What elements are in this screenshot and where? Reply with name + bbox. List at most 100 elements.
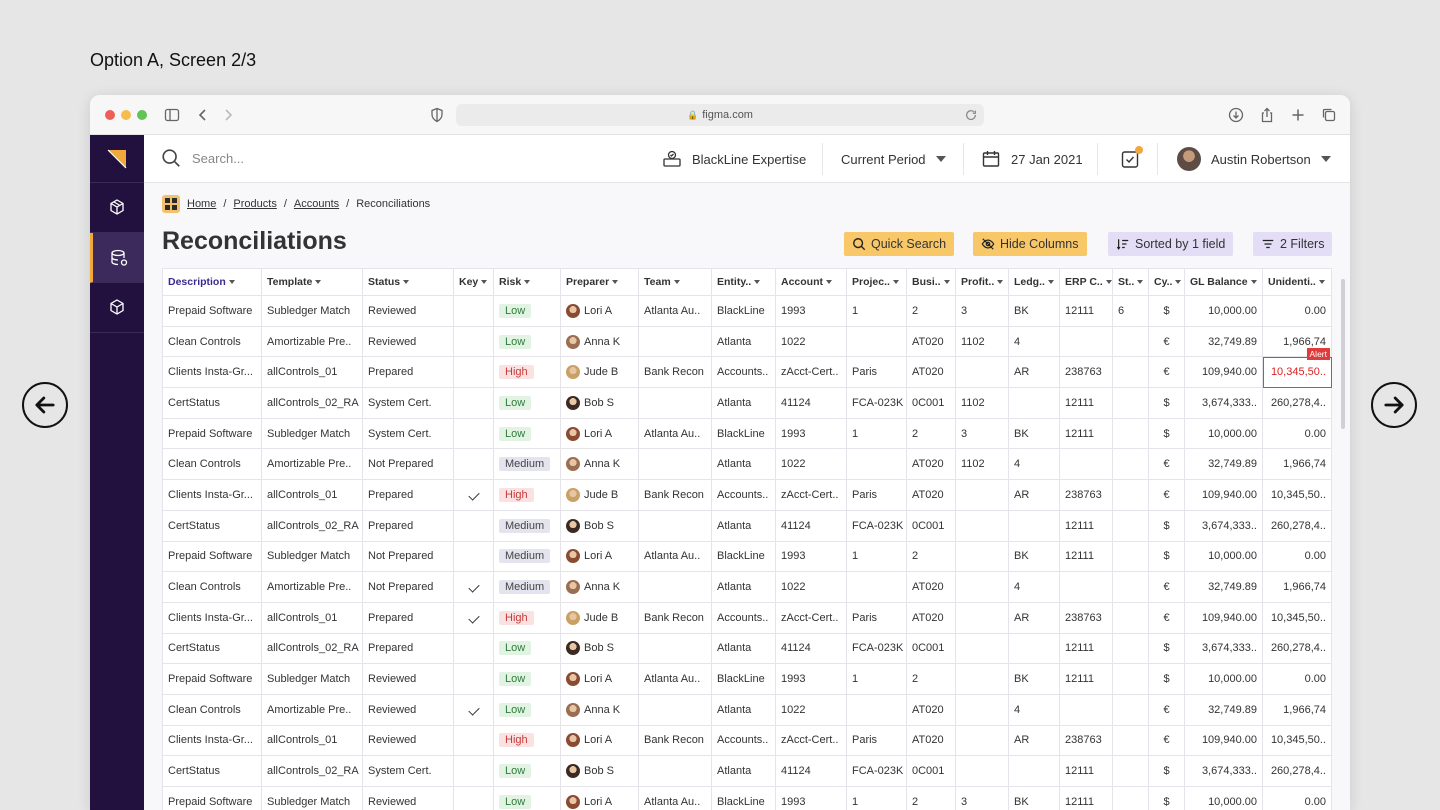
table-row[interactable]: Clean Controls Amortizable Pre.. Reviewed L…	[162, 325, 1332, 358]
column-header[interactable]: Template	[261, 268, 363, 296]
sort-caret-icon[interactable]	[403, 280, 410, 285]
back-icon[interactable]	[194, 106, 212, 124]
preparer-cell[interactable]: Anna K	[560, 693, 639, 726]
sort-button[interactable]: Sorted by 1 field	[1108, 232, 1234, 256]
sort-caret-icon[interactable]	[481, 280, 488, 285]
preparer-cell[interactable]: Jude B	[560, 356, 639, 389]
column-header[interactable]: St..	[1112, 268, 1149, 296]
privacy-shield-icon[interactable]	[428, 106, 446, 124]
preparer-cell[interactable]: Bob S	[560, 509, 639, 542]
share-icon[interactable]	[1258, 106, 1276, 124]
preparer-cell[interactable]: Anna K	[560, 325, 639, 358]
sort-caret-icon[interactable]	[997, 280, 1004, 285]
sort-caret-icon[interactable]	[1175, 280, 1182, 285]
table-row[interactable]: Prepaid Software Subledger Match Not Prepa…	[162, 540, 1332, 573]
column-header[interactable]: Profit..	[955, 268, 1009, 296]
sort-caret-icon[interactable]	[1318, 280, 1325, 285]
table-scrollbar[interactable]	[1341, 279, 1345, 429]
sort-caret-icon[interactable]	[1047, 280, 1054, 285]
previous-screen-arrow-icon[interactable]	[22, 382, 68, 428]
breadcrumb-home[interactable]: Home	[187, 198, 216, 210]
table-row[interactable]: CertStatus allControls_02_RA Prepared Mediu…	[162, 509, 1332, 542]
minimize-window-button[interactable]	[121, 110, 131, 120]
column-header[interactable]: Unidenti..	[1262, 268, 1332, 296]
quick-search-button[interactable]: Quick Search	[844, 232, 955, 256]
breadcrumb-products[interactable]: Products	[233, 198, 276, 210]
preparer-cell[interactable]: Jude B	[560, 479, 639, 511]
column-header[interactable]: ERP C..	[1059, 268, 1113, 296]
preparer-cell[interactable]: Anna K	[560, 571, 639, 603]
table-row[interactable]: Clients Insta-Gr... allControls_01 Prepare…	[162, 601, 1332, 634]
download-icon[interactable]	[1227, 106, 1245, 124]
column-header[interactable]: Team	[638, 268, 712, 296]
sort-caret-icon[interactable]	[1137, 280, 1144, 285]
preparer-cell[interactable]: Lori A	[560, 295, 639, 327]
table-row[interactable]: Prepaid Software Subledger Match Reviewed L…	[162, 295, 1332, 327]
table-row[interactable]: Clean Controls Amortizable Pre.. Not Prepa…	[162, 571, 1332, 603]
table-row[interactable]: Prepaid Software Subledger Match Reviewed L…	[162, 663, 1332, 695]
sort-caret-icon[interactable]	[826, 280, 832, 285]
table-row[interactable]: Clean Controls Amortizable Pre.. Not Prepa…	[162, 448, 1332, 481]
preparer-cell[interactable]: Lori A	[560, 417, 639, 450]
preparer-cell[interactable]: Anna K	[560, 448, 639, 481]
global-search[interactable]: Search...	[160, 147, 244, 169]
period-dropdown[interactable]: Current Period	[841, 135, 946, 183]
preparer-cell[interactable]: Bob S	[560, 755, 639, 787]
sidebar-item-modules-icon[interactable]	[90, 283, 144, 333]
sort-caret-icon[interactable]	[943, 280, 950, 285]
column-header[interactable]: Risk	[493, 268, 561, 296]
preparer-cell[interactable]: Lori A	[560, 540, 639, 573]
close-window-button[interactable]	[105, 110, 115, 120]
forward-icon[interactable]	[219, 106, 237, 124]
preparer-cell[interactable]: Jude B	[560, 601, 639, 634]
column-header[interactable]: Status	[362, 268, 454, 296]
next-screen-arrow-icon[interactable]	[1371, 382, 1417, 428]
sort-caret-icon[interactable]	[612, 280, 619, 285]
column-header[interactable]: Projec..	[846, 268, 907, 296]
sort-caret-icon[interactable]	[524, 280, 531, 285]
preparer-cell[interactable]: Lori A	[560, 724, 639, 757]
sort-caret-icon[interactable]	[1250, 280, 1257, 285]
table-row[interactable]: Prepaid Software Subledger Match Reviewed L…	[162, 786, 1332, 810]
table-row[interactable]: CertStatus allControls_02_RA System Cert. L…	[162, 755, 1332, 787]
blackline-expertise-button[interactable]: BlackLine Expertise	[662, 135, 806, 183]
column-header[interactable]: GL Balance	[1184, 268, 1263, 296]
column-header[interactable]: Description	[162, 268, 262, 296]
table-row[interactable]: Clients Insta-Gr... allControls_01 Reviewe…	[162, 724, 1332, 757]
table-row[interactable]: Clients Insta-Gr... allControls_01 Prepare…	[162, 348, 1332, 389]
column-header[interactable]: Preparer	[560, 268, 639, 296]
sidebar-item-products-icon[interactable]	[90, 183, 144, 233]
preparer-cell[interactable]: Lori A	[560, 786, 639, 810]
sort-caret-icon[interactable]	[315, 280, 322, 285]
table-row[interactable]: Clients Insta-Gr... allControls_01 Prepare…	[162, 479, 1332, 511]
new-tab-icon[interactable]	[1289, 106, 1307, 124]
zoom-window-button[interactable]	[137, 110, 147, 120]
table-row[interactable]: Prepaid Software Subledger Match System Ce…	[162, 417, 1332, 450]
sidebar-item-reconciliations-icon[interactable]	[90, 233, 144, 283]
preparer-cell[interactable]: Lori A	[560, 663, 639, 695]
preparer-cell[interactable]: Bob S	[560, 632, 639, 665]
column-header[interactable]: Ledg..	[1008, 268, 1060, 296]
search-input[interactable]: Search...	[192, 151, 244, 166]
address-bar[interactable]: 🔒 figma.com	[456, 104, 984, 126]
date-picker[interactable]: 27 Jan 2021	[981, 135, 1083, 183]
tab-overview-icon[interactable]	[1320, 106, 1338, 124]
column-header[interactable]: Key	[453, 268, 494, 296]
sort-caret-icon[interactable]	[1105, 280, 1112, 285]
blackline-logo-icon[interactable]	[90, 135, 144, 183]
column-header[interactable]: Busi..	[906, 268, 956, 296]
sort-caret-icon[interactable]	[673, 280, 680, 285]
column-header[interactable]: Account	[775, 268, 847, 296]
breadcrumb-accounts[interactable]: Accounts	[294, 198, 339, 210]
sidebar-toggle-icon[interactable]	[163, 106, 181, 124]
unidentified-cell[interactable]: 10,345,50.. Alert	[1262, 348, 1332, 389]
column-header[interactable]: Cy..	[1148, 268, 1185, 296]
reload-icon[interactable]	[964, 108, 978, 122]
table-row[interactable]: CertStatus allControls_02_RA System Cert. L…	[162, 387, 1332, 419]
table-row[interactable]: Clean Controls Amortizable Pre.. Reviewed L…	[162, 693, 1332, 726]
table-row[interactable]: CertStatus allControls_02_RA Prepared Low Bo…	[162, 632, 1332, 665]
user-menu[interactable]: Austin Robertson	[1177, 135, 1331, 183]
filters-button[interactable]: 2 Filters	[1253, 232, 1333, 256]
tasks-button[interactable]	[1120, 135, 1143, 183]
hide-columns-button[interactable]: Hide Columns	[973, 232, 1087, 256]
